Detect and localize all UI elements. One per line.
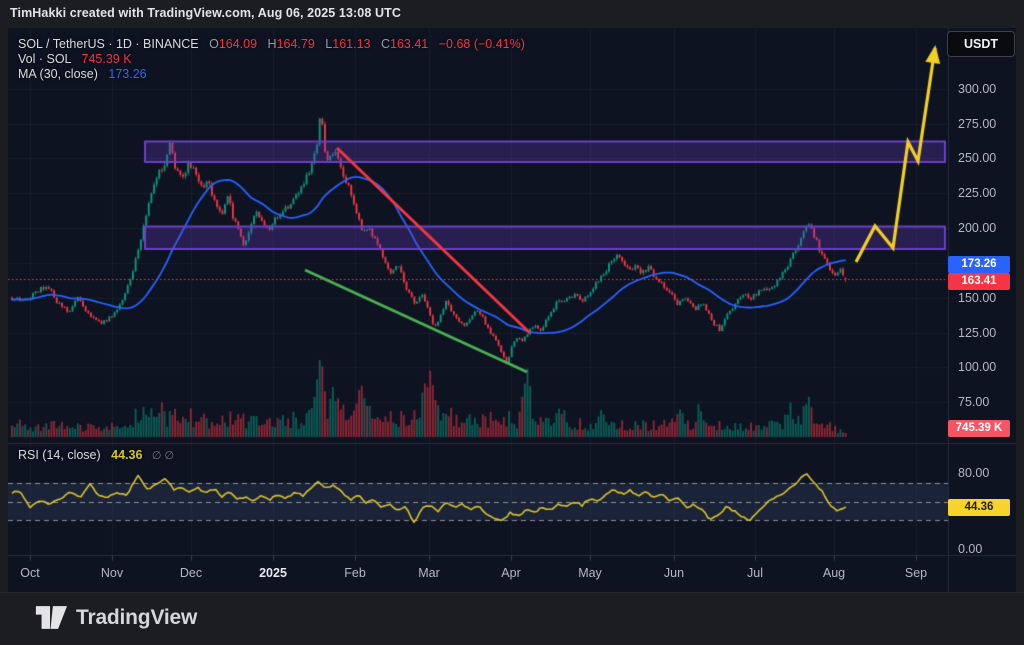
- volume-label: Vol · SOL: [18, 52, 71, 66]
- attribution-text: TimHakki created with TradingView.com, A…: [10, 6, 401, 20]
- rsi-label: RSI (14, close): [18, 448, 101, 462]
- tradingview-logo[interactable]: TradingView: [34, 604, 197, 631]
- rsi-axis-label: 0.00: [958, 542, 982, 556]
- ohlc-high-key: H: [268, 37, 277, 51]
- last-axis-badge: 163.41: [948, 273, 1010, 290]
- price-axis-label: 250.00: [958, 151, 996, 165]
- price-axis-label: 100.00: [958, 360, 996, 374]
- time-axis-label: Jul: [747, 566, 763, 580]
- price-axis-label: 275.00: [958, 117, 996, 131]
- time-axis-label: Mar: [418, 566, 440, 580]
- volume-legend-row[interactable]: Vol · SOL 745.39 K: [18, 52, 132, 66]
- ohlc-open-key: O: [209, 37, 219, 51]
- price-axis-label: 300.00: [958, 82, 996, 96]
- tradingview-logo-text: TradingView: [76, 606, 197, 630]
- ohlc-high-value: 164.79: [277, 37, 315, 51]
- time-axis-label: Dec: [180, 566, 202, 580]
- ohlc-close-value: 163.41: [390, 37, 428, 51]
- footer-bar: TradingView: [0, 592, 1024, 645]
- rsi-axis-label: 80.00: [958, 466, 989, 480]
- rsi-hidden-series-icons: ∅ ∅: [152, 450, 174, 462]
- price-axis-label: 150.00: [958, 291, 996, 305]
- time-axis-label: Jun: [664, 566, 684, 580]
- ma-label: MA (30, close): [18, 67, 98, 81]
- volume-axis-badge: 745.39 K: [948, 420, 1010, 437]
- time-axis-label: Apr: [501, 566, 520, 580]
- time-axis[interactable]: [8, 556, 948, 592]
- ohlc-low-value: 161.13: [332, 37, 370, 51]
- tradingview-screenshot: TimHakki created with TradingView.com, A…: [0, 0, 1024, 645]
- price-axis-label: 225.00: [958, 186, 996, 200]
- time-axis-label: 2025: [259, 566, 287, 580]
- time-axis-label: Aug: [823, 566, 845, 580]
- time-axis-label: Nov: [101, 566, 123, 580]
- ohlc-close-key: C: [381, 37, 390, 51]
- volume-value: 745.39 K: [82, 52, 132, 66]
- rsi-axis-badge: 44.36: [948, 499, 1010, 516]
- time-axis-label: Sep: [905, 566, 927, 580]
- chart-canvas[interactable]: [8, 28, 1016, 592]
- price-axis-label: 75.00: [958, 395, 989, 409]
- ma-axis-badge: 173.26: [948, 256, 1010, 273]
- ma-legend-row[interactable]: MA (30, close) 173.26: [18, 67, 147, 81]
- symbol-title: SOL / TetherUS · 1D · BINANCE: [18, 37, 199, 51]
- time-axis-label: May: [578, 566, 602, 580]
- change-value: −0.68 (−0.41%): [439, 37, 525, 51]
- top-attribution-bar: TimHakki created with TradingView.com, A…: [0, 0, 1024, 28]
- rsi-legend-row[interactable]: RSI (14, close) 44.36 ∅ ∅: [18, 448, 174, 462]
- tradingview-logo-icon: [34, 604, 68, 631]
- ohlc-open-value: 164.09: [219, 37, 257, 51]
- time-axis-label: Feb: [344, 566, 366, 580]
- price-axis-label: 200.00: [958, 221, 996, 235]
- ma-value: 173.26: [108, 67, 146, 81]
- rsi-value: 44.36: [111, 448, 142, 462]
- symbol-legend-row[interactable]: SOL / TetherUS · 1D · BINANCE O164.09 H1…: [18, 37, 525, 51]
- price-axis-label: 125.00: [958, 326, 996, 340]
- time-axis-label: Oct: [20, 566, 39, 580]
